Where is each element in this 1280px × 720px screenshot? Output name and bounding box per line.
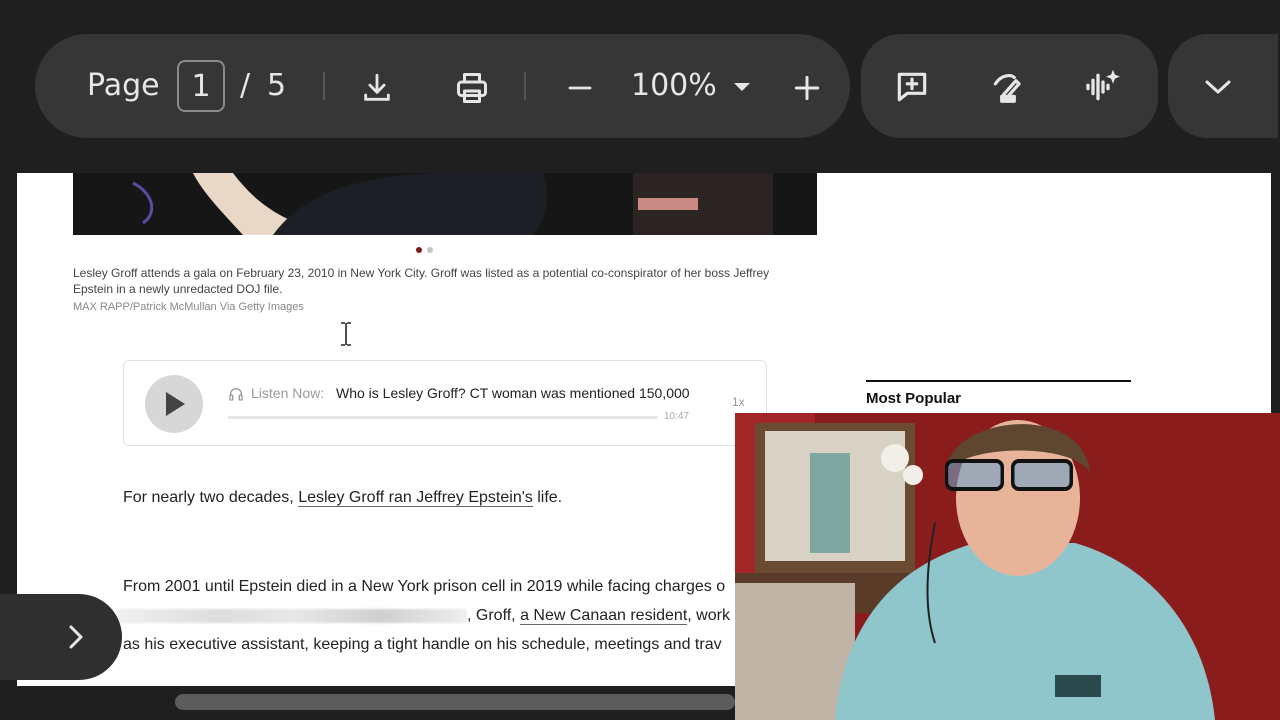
page-number-input[interactable]: 1 xyxy=(177,60,225,112)
text-cursor-icon xyxy=(339,321,353,352)
annotation-toolbar xyxy=(861,34,1158,138)
most-popular-heading: Most Popular xyxy=(866,390,962,407)
page-separator: / xyxy=(240,68,251,103)
redacted-text xyxy=(117,608,467,623)
audio-player: Listen Now: Who is Lesley Groff? CT woma… xyxy=(123,360,767,446)
audio-progress-bar[interactable] xyxy=(228,416,658,419)
playback-speed-button[interactable]: 1x xyxy=(732,395,745,409)
audio-duration: 10:47 xyxy=(664,411,690,422)
photo-caption: Lesley Groff attends a gala on February … xyxy=(73,266,770,296)
carousel-dot[interactable] xyxy=(416,247,422,253)
zoom-in-icon[interactable] xyxy=(787,68,827,108)
more-toolbar xyxy=(1168,34,1278,138)
horizontal-scrollbar-thumb[interactable] xyxy=(175,694,735,710)
paragraph-text: , Groff, xyxy=(467,607,521,624)
zoom-dropdown-icon[interactable] xyxy=(729,74,755,100)
carousel-dot[interactable] xyxy=(427,247,433,253)
article-link[interactable]: Lesley Groff ran Jeffrey Epstein's xyxy=(298,489,533,507)
article-paragraph: For nearly two decades, Lesley Groff ran… xyxy=(123,489,562,507)
draw-icon[interactable] xyxy=(987,66,1029,108)
pdf-toolbar: Page 1 / 5 100% xyxy=(35,34,850,138)
total-pages: 5 xyxy=(267,68,287,103)
webcam-overlay xyxy=(735,413,1280,720)
carousel-dots xyxy=(416,247,433,253)
paragraph-text: life. xyxy=(532,489,563,506)
page-label: Page xyxy=(87,68,160,103)
paragraph-text: For nearly two decades, xyxy=(123,489,299,506)
audio-title: Who is Lesley Groff? CT woman was mentio… xyxy=(336,385,690,401)
divider xyxy=(323,72,325,100)
article-paragraph-line: as his executive assistant, keeping a ti… xyxy=(123,636,722,653)
read-aloud-icon[interactable] xyxy=(1082,66,1124,108)
article-link[interactable]: a New Canaan resident xyxy=(520,607,688,625)
article-photo xyxy=(73,173,817,235)
sidebar-toggle-button[interactable] xyxy=(0,594,122,680)
article-paragraph-line: From 2001 until Epstein died in a New Yo… xyxy=(123,578,726,595)
play-icon xyxy=(166,392,185,416)
download-icon[interactable] xyxy=(357,68,397,108)
paragraph-text: , work xyxy=(687,607,730,624)
zoom-level[interactable]: 100% xyxy=(631,68,717,103)
sidebar-divider xyxy=(866,380,1131,382)
more-chevron-icon[interactable] xyxy=(1198,70,1238,104)
photo-credit: MAX RAPP/Patrick McMullan Via Getty Imag… xyxy=(73,301,304,313)
divider xyxy=(524,72,526,100)
listen-now-label: Listen Now: xyxy=(251,385,325,401)
print-icon[interactable] xyxy=(452,68,492,108)
headphones-icon xyxy=(228,386,244,407)
zoom-out-icon[interactable] xyxy=(560,68,600,108)
play-button[interactable] xyxy=(145,375,203,433)
chevron-right-icon xyxy=(69,625,83,649)
article-paragraph-line: , Groff, a New Canaan resident, work xyxy=(117,607,730,625)
add-comment-icon[interactable] xyxy=(891,66,933,108)
